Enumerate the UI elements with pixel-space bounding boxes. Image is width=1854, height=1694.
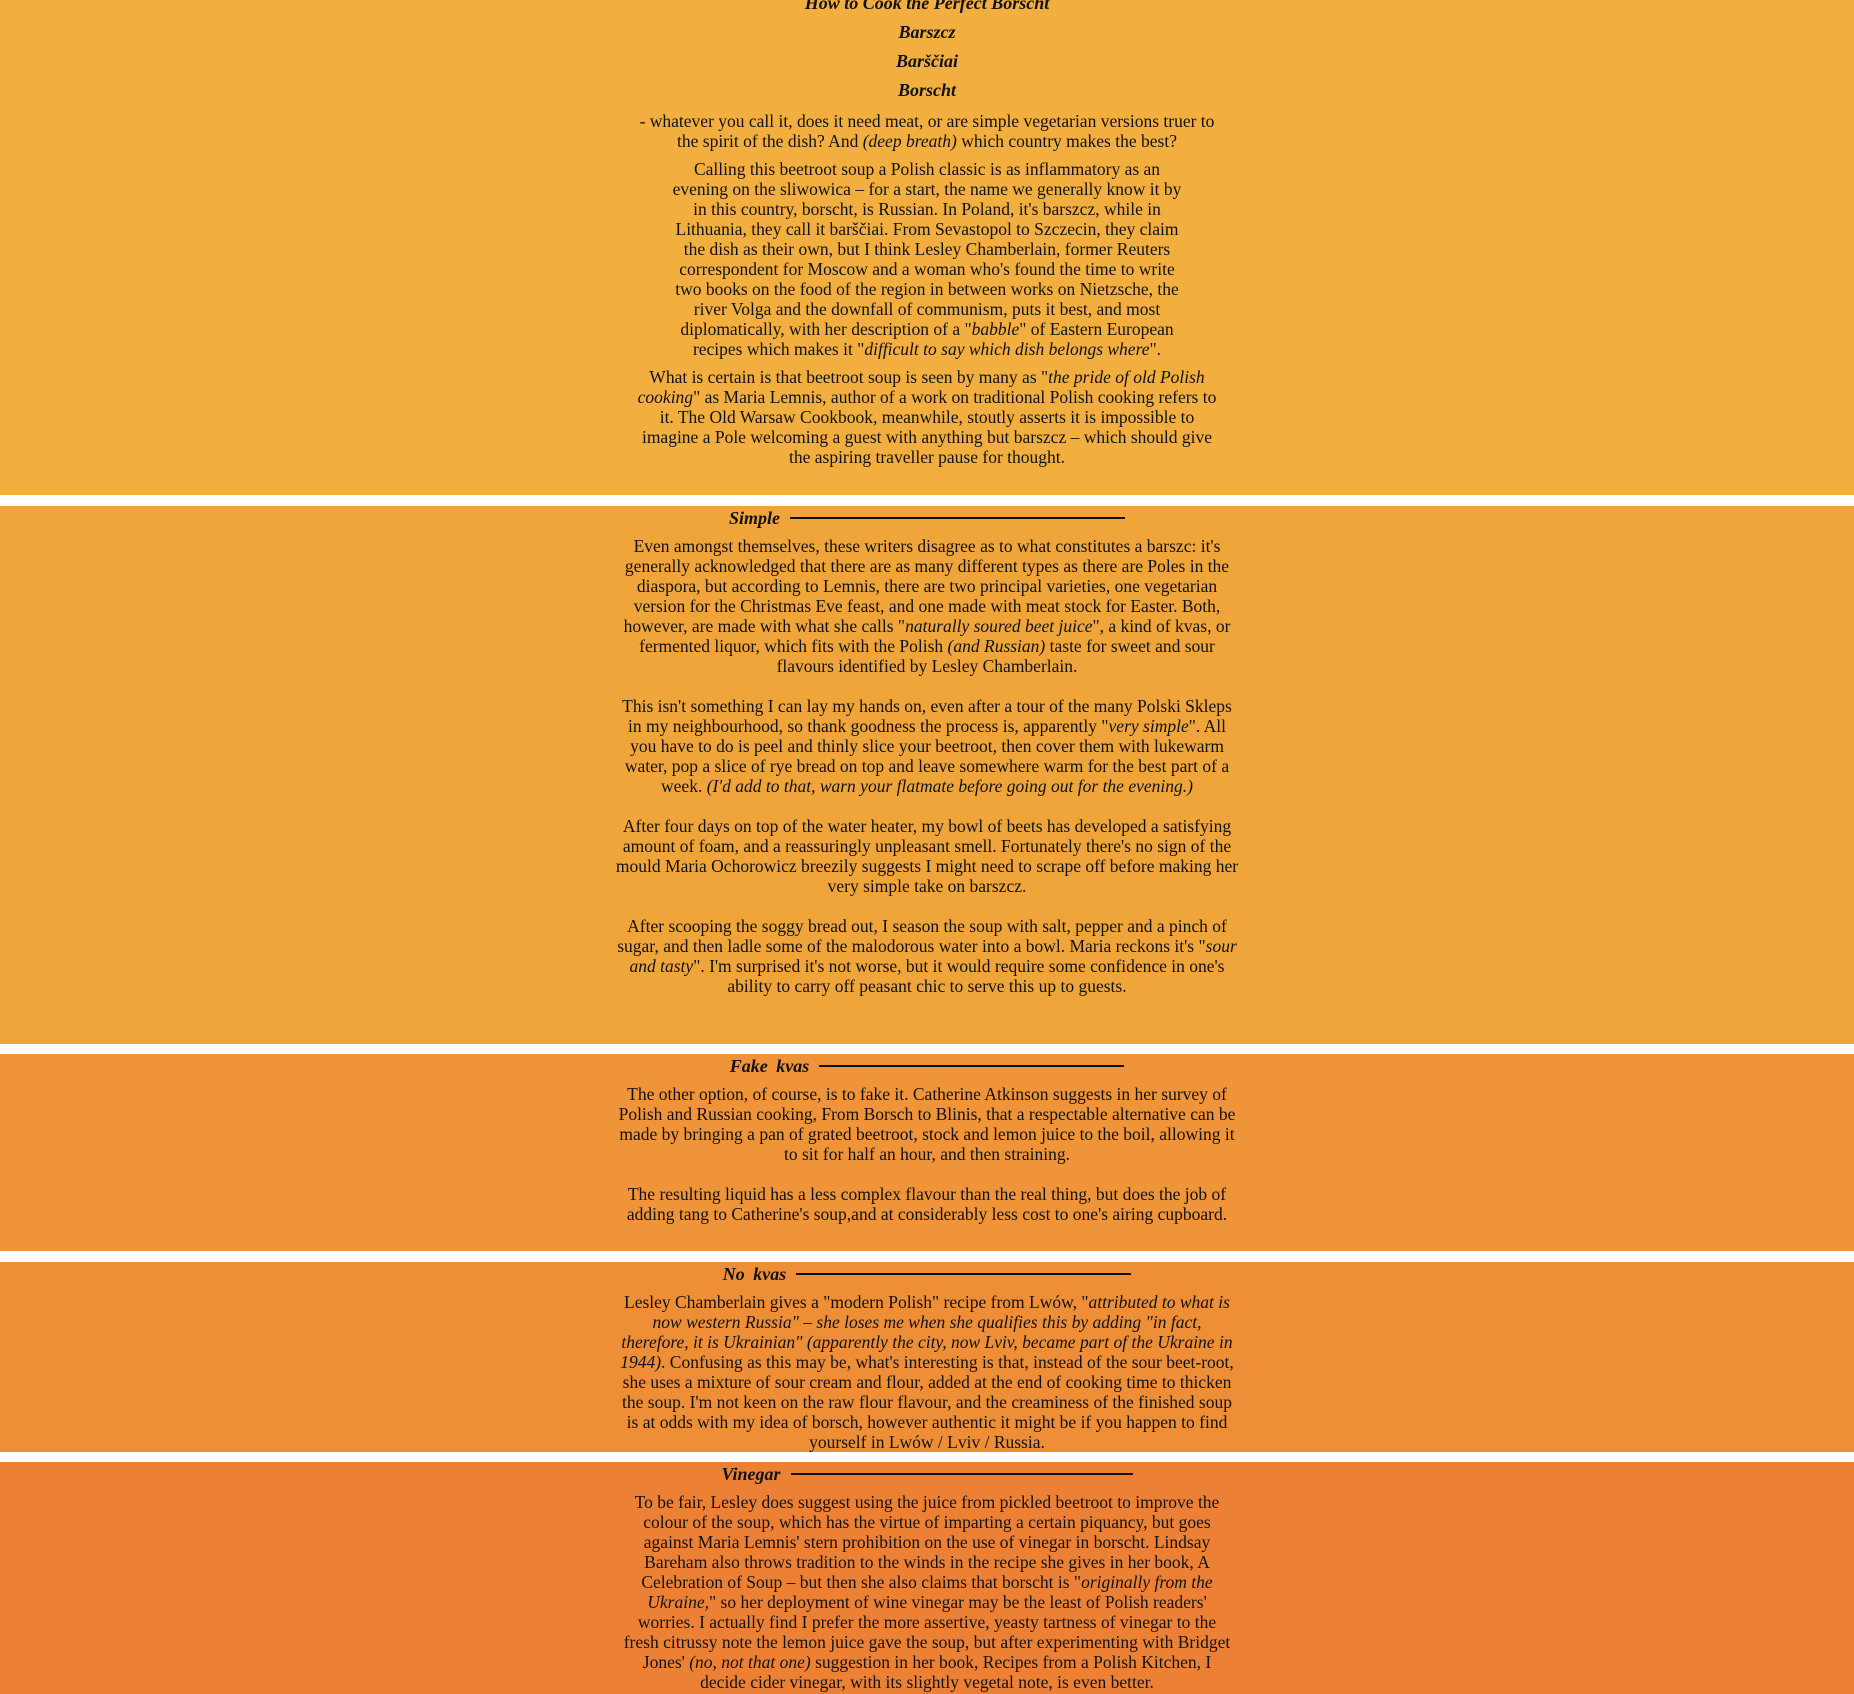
- heading-rule: [796, 1273, 1132, 1275]
- simple-paragraph-4: After scooping the soggy bread out, I se…: [617, 916, 1237, 996]
- simple-paragraph-2: This isn't something I can lay my hands …: [622, 696, 1232, 796]
- section-heading-simple: Simple: [612, 506, 1242, 530]
- intro-lede: - whatever you call it, does it need mea…: [639, 111, 1215, 151]
- vinegar-paragraph-1: To be fair, Lesley does suggest using th…: [623, 1492, 1231, 1692]
- heading-rule: [819, 1065, 1125, 1067]
- dish-name: Barszcz: [898, 22, 956, 42]
- no-kvas-paragraph-1: Lesley Chamberlain gives a "modern Polis…: [620, 1292, 1234, 1452]
- fake-kvas-paragraph-1: The other option, of course, is to fake …: [618, 1084, 1236, 1164]
- section-heading-vinegar: Vinegar: [622, 1462, 1232, 1486]
- section-title: Simple: [728, 508, 780, 528]
- intro-paragraph-1: Calling this beetroot soup a Polish clas…: [672, 159, 1182, 359]
- fake-kvas-paragraph-2: The resulting liquid has a less complex …: [626, 1184, 1228, 1224]
- section-heading-fake-kvas: Fake kvas: [612, 1054, 1242, 1078]
- heading-rule: [790, 1473, 1133, 1475]
- intro-paragraph-2: What is certain is that beetroot soup is…: [637, 367, 1217, 467]
- heading-rule: [790, 517, 1125, 519]
- section-title: Vinegar: [721, 1464, 781, 1484]
- no-kvas-section: No kvas Lesley Chamberlain gives a "mode…: [0, 1262, 1854, 1452]
- simple-paragraph-1: Even amongst themselves, these writers d…: [623, 536, 1231, 676]
- dish-name: Barščiai: [895, 51, 958, 71]
- section-title: Fake kvas: [729, 1056, 810, 1076]
- dish-names: Barszcz Barščiai Borscht: [627, 18, 1227, 105]
- simple-paragraph-3: After four days on top of the water heat…: [615, 816, 1239, 896]
- article-title: How to Cook the Perfect Borscht: [804, 0, 1050, 13]
- simple-section: Simple Even amongst themselves, these wr…: [0, 506, 1854, 1044]
- section-title: No kvas: [722, 1264, 787, 1284]
- vinegar-section: Vinegar To be fair, Lesley does suggest …: [0, 1462, 1854, 1694]
- intro-section: How to Cook the Perfect Borscht Barszcz …: [0, 0, 1854, 495]
- fake-kvas-section: Fake kvas The other option, of course, i…: [0, 1054, 1854, 1251]
- section-heading-no-kvas: No kvas: [617, 1262, 1237, 1286]
- dish-name: Borscht: [897, 80, 957, 100]
